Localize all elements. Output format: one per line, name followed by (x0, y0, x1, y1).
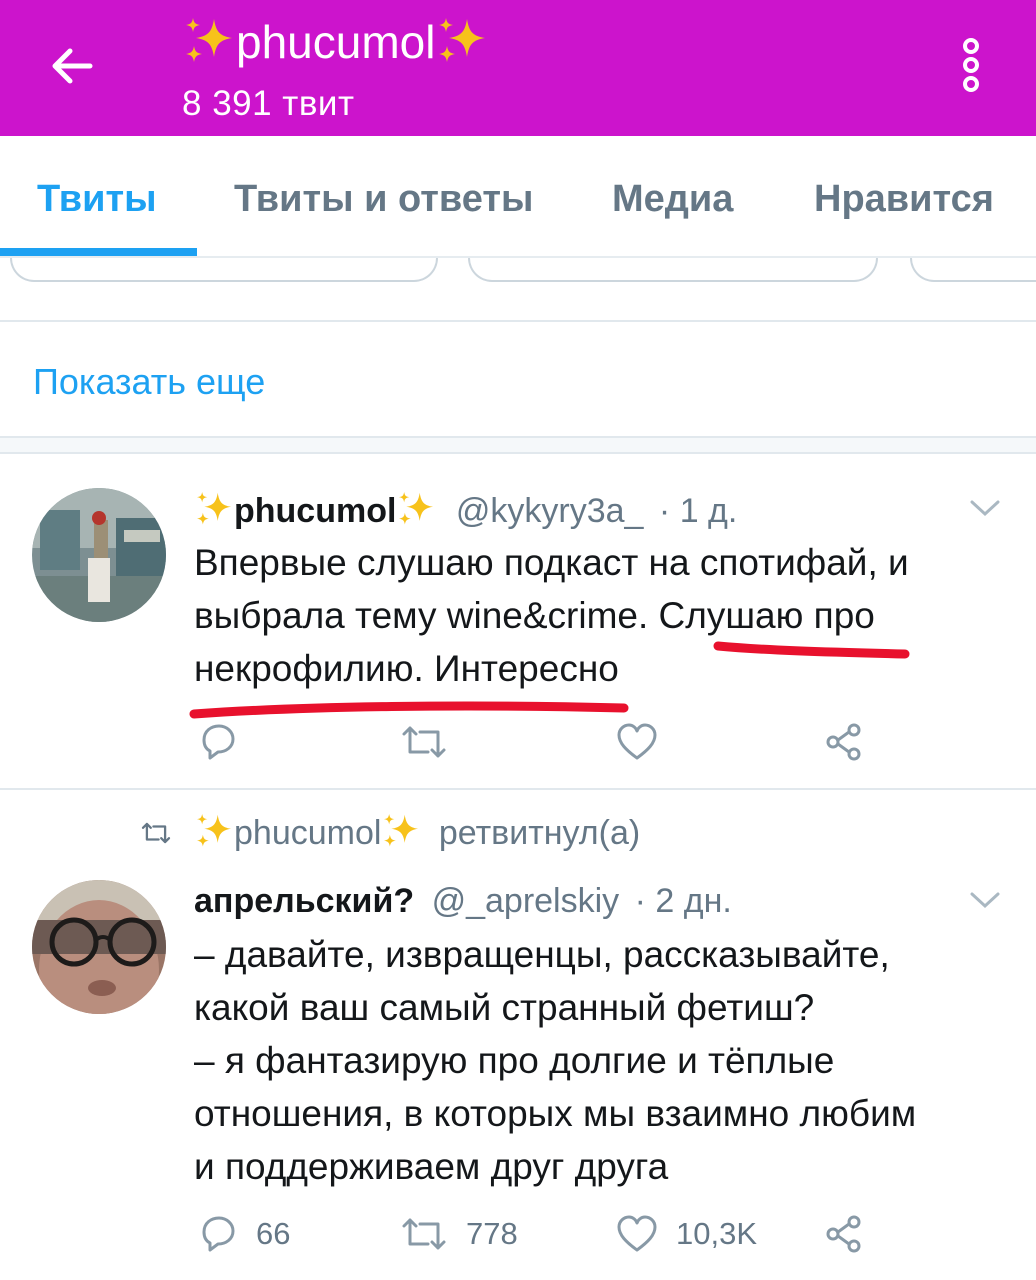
more-vertical-icon[interactable] (958, 38, 984, 92)
arrow-left-icon[interactable] (44, 38, 100, 94)
retweet-icon (141, 822, 171, 844)
reply-count: 66 (256, 1216, 291, 1251)
profile-tabs: Твиты Твиты и ответы Медиа Нравится (0, 136, 1036, 258)
tweet-time: · 1 д. (658, 492, 738, 530)
heart-icon (617, 1215, 657, 1252)
retweet-icon (402, 726, 446, 758)
tweet-time: · 2 дн. (634, 882, 732, 920)
carousel-card[interactable] (10, 258, 438, 282)
retweet-icon (402, 1218, 446, 1250)
share-button[interactable] (824, 720, 864, 764)
tweet-text: – давайте, извращенцы, рассказывайте, ка… (194, 928, 1014, 1193)
divider (0, 788, 1036, 790)
avatar[interactable] (32, 488, 166, 622)
tweet-text-line: Впервые слушаю подкаст на спотифай, и (194, 542, 909, 583)
heart-icon (617, 723, 657, 760)
retweet-button[interactable]: 778 (400, 1212, 518, 1256)
red-underline (713, 641, 910, 659)
like-count: 10,3K (676, 1216, 758, 1251)
retweet-label: ретвитнул(а) (438, 814, 641, 852)
author-name[interactable]: апрельский? (194, 882, 414, 920)
sparkles-icon (396, 490, 436, 528)
sparkles-icon (381, 812, 421, 850)
sparkles-icon (194, 812, 234, 850)
divider (0, 320, 1036, 322)
share-icon (826, 723, 861, 761)
share-button[interactable] (824, 1212, 864, 1256)
share-icon (826, 1215, 861, 1253)
tweet-text: Впервые слушаю подкаст на спотифай, и вы… (194, 536, 1014, 695)
tweet-text-line: – я фантазирую про долгие и тёплые (194, 1040, 835, 1081)
retweet-count: 778 (466, 1216, 518, 1251)
carousel-card[interactable] (468, 258, 878, 282)
app-header: phucumol 8 391 твит (0, 0, 1036, 136)
sparkles-icon (182, 16, 236, 66)
tweet-text-line: выбрала тему wine&crime. Слушаю про (194, 595, 875, 636)
show-more-link[interactable]: Показать еще (33, 360, 265, 404)
tweet-meta: phucumol @kykyry3a_ · 1 д. (194, 490, 737, 532)
tweet-text-line: отношения, в которых мы взаимно любим (194, 1093, 917, 1134)
reply-icon (202, 1216, 235, 1252)
reply-icon (202, 724, 235, 760)
active-tab-indicator (0, 248, 197, 256)
sparkles-icon (435, 16, 489, 66)
tweet-count: 8 391 твит (182, 84, 355, 123)
like-button[interactable]: 10,3K (616, 1212, 757, 1256)
sparkles-icon (194, 490, 234, 528)
retweet-notice: phucumol ретвитнул(а) (138, 812, 640, 854)
tab-tweets-replies[interactable]: Твиты и ответы (234, 176, 533, 222)
author-handle[interactable]: @kykyry3a_ (456, 492, 644, 530)
reply-button[interactable]: 66 (198, 1212, 290, 1256)
tab-tweets[interactable]: Твиты (37, 176, 157, 222)
tab-media[interactable]: Медиа (612, 176, 733, 222)
retweet-button[interactable] (400, 720, 448, 764)
tweet-text-line: и поддерживаем друг друга (194, 1146, 669, 1187)
retweeter-name[interactable]: phucumol (234, 814, 381, 852)
carousel-card[interactable] (910, 258, 1036, 282)
avatar[interactable] (32, 880, 166, 1014)
author-name[interactable]: phucumol (234, 492, 396, 530)
like-button[interactable] (616, 720, 658, 764)
tweet-text-line: какой ваш самый странный фетиш? (194, 987, 815, 1028)
profile-name: phucumol (236, 16, 436, 68)
tweet-text-line: – давайте, извращенцы, рассказывайте, (194, 934, 890, 975)
tab-likes[interactable]: Нравится (814, 176, 994, 222)
section-gap (0, 436, 1036, 454)
profile-title: phucumol (182, 14, 489, 70)
tweet-meta: апрельский? @_aprelskiy · 2 дн. (194, 880, 732, 922)
chevron-down-icon[interactable] (968, 890, 1002, 910)
reply-button[interactable] (198, 720, 238, 764)
chevron-down-icon[interactable] (968, 498, 1002, 518)
author-handle[interactable]: @_aprelskiy (432, 882, 620, 920)
